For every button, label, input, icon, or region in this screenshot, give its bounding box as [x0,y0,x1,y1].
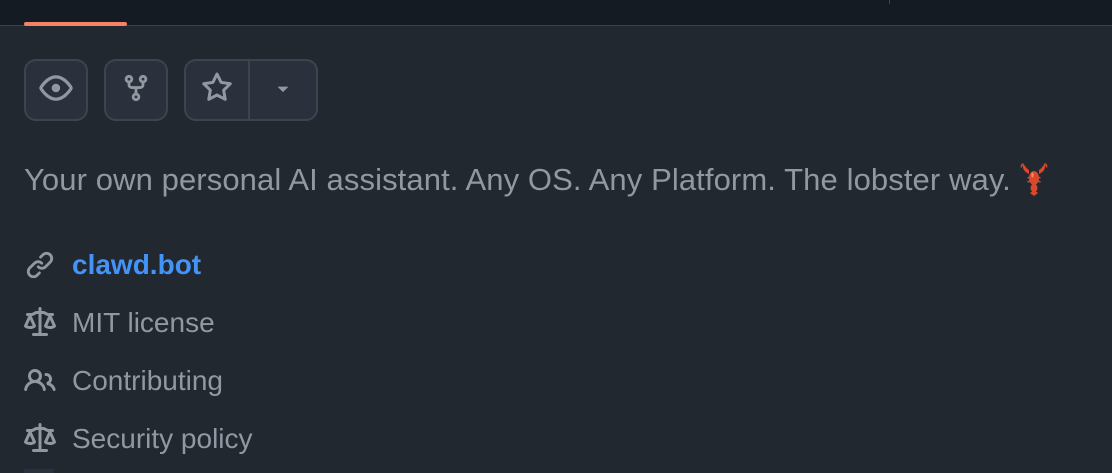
license-label: MIT license [72,307,215,338]
lobster-emoji-icon [1019,162,1049,206]
next-item-edge [24,469,54,473]
repo-about-links: clawd.bot MIT license Contributing Secur… [24,236,253,468]
contributing-link[interactable]: Contributing [24,352,253,410]
repo-description-text: Your own personal AI assistant. Any OS. … [24,162,1011,197]
repo-description: Your own personal AI assistant. Any OS. … [24,160,1049,206]
watch-button[interactable] [24,59,88,121]
website-link-label: clawd.bot [72,249,202,280]
star-button-group [184,59,318,121]
security-policy-label: Security policy [72,423,253,454]
star-list-dropdown-button[interactable] [250,61,316,119]
repo-nav-bar [0,0,1112,26]
repo-forked-icon [121,73,151,108]
fork-button[interactable] [104,59,168,121]
contributing-label: Contributing [72,365,223,396]
triangle-down-icon [272,77,294,104]
nav-divider [889,0,890,4]
star-icon [201,72,233,109]
law-icon [24,307,56,339]
website-link[interactable]: clawd.bot [24,236,253,294]
law-icon [24,423,56,455]
active-tab-underline [24,22,127,26]
people-icon [24,365,56,397]
link-icon [24,249,56,281]
license-link[interactable]: MIT license [24,294,253,352]
repo-action-buttons [24,59,318,121]
star-button[interactable] [186,61,250,119]
eye-icon [39,71,73,110]
security-policy-link[interactable]: Security policy [24,410,253,468]
